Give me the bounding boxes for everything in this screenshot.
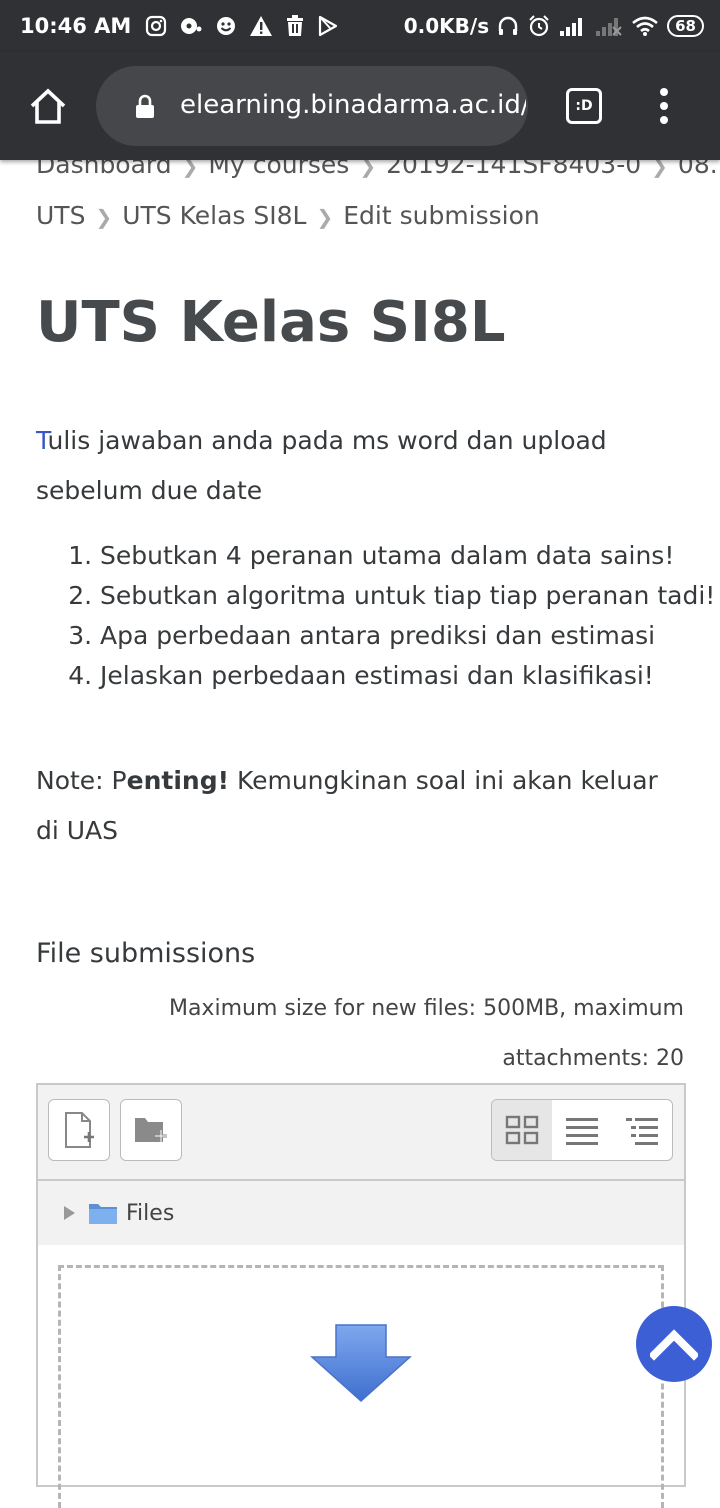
question-item: Sebutkan 4 peranan utama dalam data sain… — [100, 536, 720, 576]
folder-icon — [89, 1204, 117, 1224]
breadcrumb-current: Edit submission — [343, 201, 540, 230]
music-disc-icon — [181, 18, 202, 34]
assignment-note: Note: Penting! Kemungkinan soal ini akan… — [36, 756, 686, 856]
intro-text: ulis jawaban anda pada ms word dan uploa… — [36, 426, 607, 505]
browser-toolbar: elearning.binadarma.ac.id/ :D — [0, 52, 720, 160]
page-title: UTS Kelas SI8L — [36, 290, 506, 355]
question-item: Jelaskan perbedaan estimasi dan klasifik… — [100, 656, 720, 696]
question-list: Sebutkan 4 peranan utama dalam data sain… — [36, 536, 720, 696]
scroll-to-top-button[interactable] — [636, 1306, 712, 1382]
play-store-icon — [319, 15, 338, 37]
status-bar: 10:46 AM 0.0KB/s 68 — [0, 0, 720, 52]
add-folder-icon — [135, 1118, 167, 1142]
question-item: Apa perbedaan antara prediksi dan estima… — [100, 616, 720, 656]
grid-view-icon — [505, 1115, 539, 1145]
url-bar[interactable]: elearning.binadarma.ac.id/ — [96, 66, 528, 146]
view-tree-button[interactable] — [612, 1100, 672, 1160]
view-details-button[interactable] — [552, 1100, 612, 1160]
warning-icon — [250, 16, 273, 36]
signal-off-icon — [596, 18, 622, 36]
file-manager: Files — [36, 1083, 686, 1508]
view-mode-group — [491, 1099, 673, 1161]
note-prefix: Note: P — [36, 766, 127, 795]
system-icons: 68 — [497, 14, 704, 38]
note-bold: enting! — [126, 766, 229, 795]
breadcrumb-row: UTS ❯ UTS Kelas SI8L ❯ Edit submission — [36, 191, 686, 242]
max-size-info: Maximum size for new files: 500MB, maxim… — [168, 996, 684, 1071]
battery-level: 68 — [667, 15, 704, 37]
home-button[interactable] — [28, 86, 68, 131]
overflow-menu-button[interactable] — [654, 86, 674, 131]
trash-icon — [287, 15, 304, 36]
file-drop-zone[interactable] — [38, 1245, 684, 1508]
signal-icon — [560, 18, 583, 36]
wifi-icon — [632, 16, 658, 36]
instagram-icon — [146, 15, 167, 37]
url-text[interactable]: elearning.binadarma.ac.id/ — [180, 90, 526, 120]
smiley-icon — [217, 17, 236, 35]
network-speed: 0.0KB/s — [403, 14, 490, 38]
intro-first-letter: T — [36, 426, 48, 455]
tab-switcher-button[interactable]: :D — [566, 88, 602, 124]
download-arrow-icon — [310, 1324, 412, 1403]
view-icons-button[interactable] — [492, 1100, 552, 1160]
add-file-button[interactable] — [48, 1099, 110, 1161]
notification-icons — [145, 15, 339, 37]
status-time: 10:46 AM — [20, 14, 132, 38]
breadcrumb-section-cont[interactable]: UTS — [36, 201, 85, 230]
headphones-icon — [498, 16, 518, 35]
question-item: Sebutkan algoritma untuk tiap tiap peran… — [100, 576, 720, 616]
folder-tree-row[interactable]: Files — [38, 1179, 684, 1247]
more-vert-icon — [660, 88, 668, 124]
list-view-icon — [566, 1118, 598, 1145]
create-folder-button[interactable] — [120, 1099, 182, 1161]
alarm-icon — [529, 15, 549, 37]
expand-triangle-icon[interactable] — [62, 1205, 76, 1221]
chevron-up-icon — [650, 1329, 698, 1361]
file-submissions-label: File submissions — [36, 938, 256, 969]
tree-view-icon — [626, 1118, 658, 1145]
chevron-right-icon: ❯ — [95, 205, 113, 229]
folder-label: Files — [126, 1200, 175, 1226]
assignment-intro: Tulis jawaban anda pada ms word dan uplo… — [36, 416, 686, 516]
chevron-right-icon: ❯ — [316, 205, 334, 229]
home-icon — [30, 88, 66, 124]
breadcrumb-assignment[interactable]: UTS Kelas SI8L — [122, 201, 306, 230]
add-file-icon — [65, 1112, 94, 1148]
lock-icon — [136, 94, 154, 118]
